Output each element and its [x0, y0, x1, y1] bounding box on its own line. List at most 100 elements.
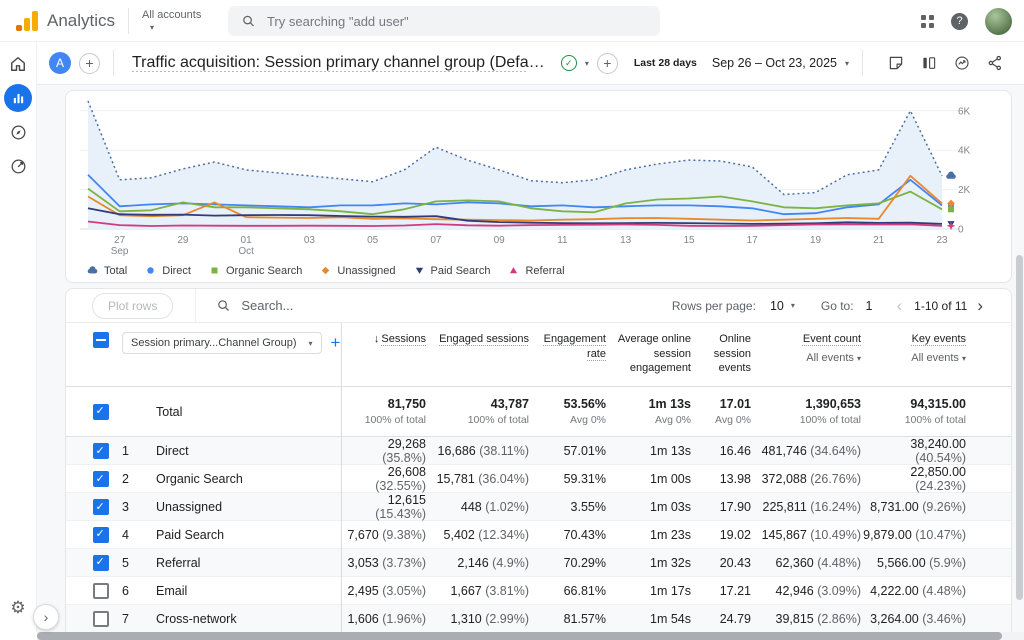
metric-cell: 9,879.00 (10.47%): [861, 528, 966, 542]
chart-card: 02K4K6K27Sep2901Oct030507091113151719212…: [65, 90, 1012, 283]
nav-reports-icon[interactable]: [4, 84, 32, 112]
metric-cell: 1m 32s: [606, 556, 691, 570]
column-divider: [341, 323, 342, 632]
legend-item-unassigned[interactable]: Unassigned: [319, 264, 395, 277]
row-checkbox[interactable]: [93, 555, 109, 571]
traffic-line-chart[interactable]: 02K4K6K27Sep2901Oct030507091113151719212…: [66, 91, 1011, 259]
nav-admin-gear-icon[interactable]: ⚙: [4, 594, 32, 622]
svg-text:Sep: Sep: [111, 246, 129, 257]
expand-sidebar-button[interactable]: ›: [33, 604, 59, 630]
metric-cell: 12,615 (15.43%): [341, 493, 426, 521]
pagination-range: 1-10 of 11: [914, 299, 967, 313]
plot-rows-button[interactable]: Plot rows: [92, 293, 173, 319]
event-filter-select[interactable]: All events ▾: [751, 351, 861, 366]
insights-icon[interactable]: [953, 54, 971, 72]
row-number: 1: [122, 444, 156, 458]
nav-advertising-icon[interactable]: [4, 152, 32, 180]
report-title[interactable]: Traffic acquisition: Session primary cha…: [132, 54, 548, 72]
go-to-input[interactable]: 1: [866, 299, 873, 313]
column-header-engaged-sessions[interactable]: Engaged sessions: [426, 332, 529, 347]
row-checkbox[interactable]: [93, 499, 109, 515]
horizontal-scrollbar[interactable]: [37, 632, 1002, 640]
row-checkbox[interactable]: [93, 611, 109, 627]
user-avatar[interactable]: [985, 8, 1012, 35]
report-saved-check-icon[interactable]: ✓: [561, 55, 577, 71]
metric-cell: 15,781 (36.04%): [426, 472, 529, 486]
global-search[interactable]: [228, 6, 660, 36]
legend-item-paid-search[interactable]: Paid Search: [413, 264, 491, 277]
metric-cell: 5,402 (12.34%): [426, 528, 529, 542]
svg-text:07: 07: [430, 235, 442, 246]
divider: [113, 50, 114, 76]
row-checkbox[interactable]: [93, 527, 109, 543]
metric-cell: 7,670 (9.38%): [341, 528, 426, 542]
select-all-checkbox[interactable]: [93, 332, 109, 348]
notes-icon[interactable]: [887, 54, 905, 72]
help-icon[interactable]: ?: [951, 13, 968, 30]
add-dimension-icon[interactable]: +: [331, 333, 341, 353]
legend-item-direct[interactable]: Direct: [144, 264, 191, 277]
column-header-average-online-session-engagement[interactable]: Average online session engagement: [606, 332, 691, 376]
metric-cell: 1,310 (2.99%): [426, 612, 529, 626]
row-number: 2: [122, 472, 156, 486]
nav-home-icon[interactable]: [4, 50, 32, 78]
date-range-value[interactable]: Sep 26 – Oct 23, 2025: [712, 56, 837, 70]
metric-cell: 1m 03s: [606, 500, 691, 514]
table-search-input[interactable]: [241, 298, 481, 313]
add-report-icon[interactable]: +: [79, 53, 100, 74]
caret-down-icon[interactable]: ▾: [585, 59, 589, 68]
row-number: 6: [122, 584, 156, 598]
account-switcher-label: All accounts: [142, 9, 201, 22]
table-card: Plot rows Rows per page: 10▾ Go to: 1 ‹ …: [65, 288, 1012, 632]
prev-page-icon[interactable]: ‹: [897, 297, 903, 314]
add-comparison-icon[interactable]: +: [597, 53, 618, 74]
svg-text:19: 19: [810, 235, 822, 246]
row-checkbox[interactable]: [93, 583, 109, 599]
nav-explore-icon[interactable]: [4, 118, 32, 146]
triangle-up-marker-icon: [507, 264, 520, 277]
metric-cell: 1m 13s: [606, 444, 691, 458]
checkbox-cell: [66, 611, 122, 627]
checkbox-cell: [66, 443, 122, 459]
legend-item-referral[interactable]: Referral: [507, 264, 564, 277]
report-avatar[interactable]: A: [49, 52, 71, 74]
rows-per-page-select[interactable]: 10▾: [770, 299, 795, 313]
channel-name: Paid Search: [156, 528, 341, 542]
vertical-scrollbar[interactable]: [1016, 255, 1023, 600]
brand-name: Analytics: [47, 11, 115, 31]
row-checkbox[interactable]: [93, 404, 109, 420]
total-metric-cell: 53.56%Avg 0%: [529, 397, 606, 426]
account-switcher[interactable]: All accounts ▾: [142, 9, 201, 32]
legend-item-total[interactable]: Total: [86, 264, 127, 277]
column-header-online-session-events[interactable]: Online session events: [691, 332, 751, 376]
column-header-key-events[interactable]: Key eventsAll events ▾: [861, 332, 966, 365]
column-header-event-count[interactable]: Event countAll events ▾: [751, 332, 861, 365]
row-checkbox[interactable]: [93, 443, 109, 459]
apps-grid-icon[interactable]: [921, 15, 934, 28]
caret-down-icon: ▾: [150, 23, 201, 32]
event-filter-select[interactable]: All events ▾: [861, 351, 966, 366]
table-row-unassigned: 3Unassigned12,615 (15.43%)448 (1.02%)3.5…: [66, 493, 1011, 521]
total-metric-cell: 1m 13sAvg 0%: [606, 397, 691, 426]
row-number: 7: [122, 612, 156, 626]
svg-text:05: 05: [367, 235, 379, 246]
analytics-logo-icon[interactable]: [16, 11, 38, 31]
global-search-input[interactable]: [267, 14, 647, 29]
row-checkbox[interactable]: [93, 471, 109, 487]
svg-text:23: 23: [936, 235, 948, 246]
table-search[interactable]: [216, 298, 672, 313]
main-content: A + Traffic acquisition: Session primary…: [37, 42, 1024, 640]
column-header-engagement-rate[interactable]: Engagement rate: [529, 332, 606, 361]
comparison-icon[interactable]: [920, 54, 938, 72]
column-header-sessions[interactable]: ↓Sessions: [341, 332, 426, 347]
metric-cell: 2,495 (3.05%): [341, 584, 426, 598]
metric-cell: 38,240.00 (40.54%): [861, 437, 966, 465]
checkbox-cell: [66, 583, 122, 599]
cloud-marker-icon: [86, 264, 99, 277]
legend-item-organic-search[interactable]: Organic Search: [208, 264, 302, 277]
share-icon[interactable]: [986, 54, 1004, 72]
table-row-referral: 5Referral3,053 (3.73%)2,146 (4.9%)70.29%…: [66, 549, 1011, 577]
next-page-icon[interactable]: ›: [977, 297, 983, 314]
dimension-select[interactable]: Session primary...Channel Group) ▾: [122, 332, 322, 354]
row-number: 3: [122, 500, 156, 514]
